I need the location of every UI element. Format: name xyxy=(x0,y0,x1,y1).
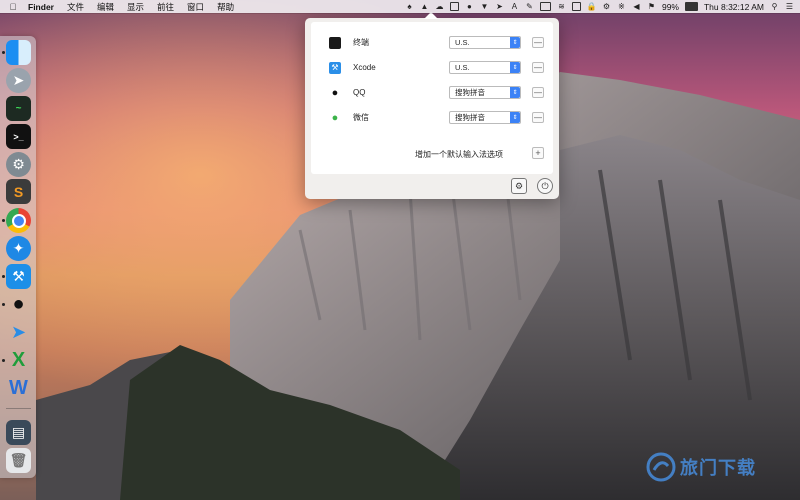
sublime-text-icon[interactable]: S xyxy=(6,179,31,204)
select-value: 搜狗拼音 xyxy=(455,88,485,97)
list-item: ● QQ 搜狗拼音 ⇕ — xyxy=(311,80,553,105)
running-indicator xyxy=(2,359,5,362)
qq-icon[interactable]: ● xyxy=(465,2,474,11)
app-name: QQ xyxy=(353,88,366,97)
remove-button[interactable]: — xyxy=(532,37,544,48)
battery-icon[interactable] xyxy=(684,2,698,11)
settings-button[interactable]: ⚙ xyxy=(511,178,527,194)
input-source-icon[interactable]: ♠ xyxy=(405,2,414,11)
power-icon: ⏻ xyxy=(541,180,549,191)
watermark-logo-icon xyxy=(646,452,676,482)
chevron-updown-icon: ⇕ xyxy=(510,37,520,48)
remove-button[interactable]: — xyxy=(532,62,544,73)
quit-button[interactable]: ⏻ xyxy=(537,178,553,194)
remove-button[interactable]: — xyxy=(532,87,544,98)
bluetooth-icon[interactable]: ※ xyxy=(617,2,626,11)
terminal-icon xyxy=(329,36,341,49)
dock-divider xyxy=(6,408,31,409)
apple-logo-icon[interactable]:  xyxy=(8,0,18,13)
search-icon[interactable]: ⚲ xyxy=(770,2,779,11)
menu-finder[interactable]: Finder xyxy=(28,2,54,12)
finder-icon[interactable] xyxy=(6,40,31,65)
menubar-clock[interactable]: Thu 8:32:12 AM xyxy=(704,2,764,12)
input-method-select[interactable]: 搜狗拼音 ⇕ xyxy=(449,111,521,124)
input-method-select[interactable]: U.S. ⇕ xyxy=(449,36,521,49)
trash-icon[interactable]: 🗑 xyxy=(6,448,31,473)
wifi-icon[interactable]: ≋ xyxy=(557,2,566,11)
pen-icon[interactable]: ✎ xyxy=(525,2,534,11)
add-default-label: 增加一个默认输入法选项 xyxy=(415,150,503,159)
running-indicator xyxy=(2,51,5,54)
downloads-stack-icon[interactable]: ▤ xyxy=(6,420,31,445)
list-icon[interactable]: ☰ xyxy=(785,2,794,11)
select-value: U.S. xyxy=(455,63,470,72)
ghost-icon[interactable]: ▲ xyxy=(420,2,429,11)
chevron-updown-icon: ⇕ xyxy=(510,62,520,73)
qq-icon: ● xyxy=(331,86,339,99)
xcode-icon: ⚒ xyxy=(329,61,341,74)
input-method-select[interactable]: U.S. ⇕ xyxy=(449,61,521,74)
airplay-icon[interactable] xyxy=(571,2,581,11)
launchpad-icon[interactable]: ➤ xyxy=(6,68,31,93)
watermark-text: 旅门下载 xyxy=(680,458,756,478)
dock: ➤ ~ >_ ⚙ S ✦ ⚒ ● ➤ X W ▤ 🗑 xyxy=(0,36,36,478)
square-icon[interactable] xyxy=(449,2,459,11)
battery-ext-icon[interactable] xyxy=(539,2,551,11)
speaker-icon[interactable]: ◀ xyxy=(632,2,641,11)
menu-window[interactable]: 窗口 xyxy=(187,1,204,13)
qq-icon[interactable]: ● xyxy=(6,292,31,317)
input-method-popover: 终端 U.S. ⇕ — ⚒ Xcode U.S. ⇕ — ● QQ 搜狗拼音 ⇕… xyxy=(305,12,559,199)
gear-icon: ⚙ xyxy=(514,180,524,191)
flag-icon[interactable]: ⚑ xyxy=(647,2,656,11)
terminal-icon[interactable]: >_ xyxy=(6,124,31,149)
running-indicator xyxy=(2,303,5,306)
menu-help[interactable]: 帮助 xyxy=(217,1,234,13)
battery-percent[interactable]: 99% xyxy=(662,2,679,12)
word-icon[interactable]: W xyxy=(6,376,31,401)
menu-go[interactable]: 前往 xyxy=(157,1,174,13)
list-item: 终端 U.S. ⇕ — xyxy=(311,30,553,55)
select-value: U.S. xyxy=(455,38,470,47)
chrome-center xyxy=(11,213,26,228)
cloud-icon[interactable]: ☁ xyxy=(435,2,444,11)
chevron-updown-icon: ⇕ xyxy=(510,87,520,98)
system-preferences-icon[interactable]: ⚙ xyxy=(6,152,31,177)
select-value: 搜狗拼音 xyxy=(455,113,485,122)
wechat-icon: ● xyxy=(331,111,339,124)
remove-button[interactable]: — xyxy=(532,112,544,123)
add-default-row: 增加一个默认输入法选项 + xyxy=(311,146,553,162)
chevron-updown-icon: ⇕ xyxy=(510,112,520,123)
list-item: ● 微信 搜狗拼音 ⇕ — xyxy=(311,105,553,130)
app-name: 微信 xyxy=(353,113,369,122)
chrome-icon[interactable] xyxy=(6,208,31,233)
activity-monitor-icon[interactable]: ~ xyxy=(6,96,31,121)
gear-icon[interactable]: ⚙ xyxy=(602,2,611,11)
bird-icon[interactable]: ▼ xyxy=(480,2,489,11)
running-indicator xyxy=(2,219,5,222)
safari-icon[interactable]: ✦ xyxy=(6,236,31,261)
popover-caret xyxy=(424,12,438,19)
list-item: ⚒ Xcode U.S. ⇕ — xyxy=(311,55,553,80)
excel-icon[interactable]: X xyxy=(6,348,31,373)
app-input-list: 终端 U.S. ⇕ — ⚒ Xcode U.S. ⇕ — ● QQ 搜狗拼音 ⇕… xyxy=(311,22,553,174)
menu-view[interactable]: 显示 xyxy=(127,1,144,13)
add-button[interactable]: + xyxy=(532,147,544,159)
input-method-select[interactable]: 搜狗拼音 ⇕ xyxy=(449,86,521,99)
watermark: 旅门下载 xyxy=(646,452,756,482)
paper-plane-icon[interactable]: ➤ xyxy=(6,320,31,345)
menu-bar:  Finder 文件 编辑 显示 前往 窗口 帮助 ♠ ▲ ☁ ● ▼ ➤ A… xyxy=(0,0,800,13)
send-icon[interactable]: ➤ xyxy=(495,2,504,11)
menu-edit[interactable]: 编辑 xyxy=(97,1,114,13)
lock-icon[interactable]: 🔒 xyxy=(586,2,596,11)
app-name: Xcode xyxy=(353,63,376,72)
adobe-icon[interactable]: A xyxy=(510,2,519,11)
xcode-icon[interactable]: ⚒ xyxy=(6,264,31,289)
running-indicator xyxy=(2,275,5,278)
app-name: 终端 xyxy=(353,38,369,47)
menu-file[interactable]: 文件 xyxy=(67,1,84,13)
